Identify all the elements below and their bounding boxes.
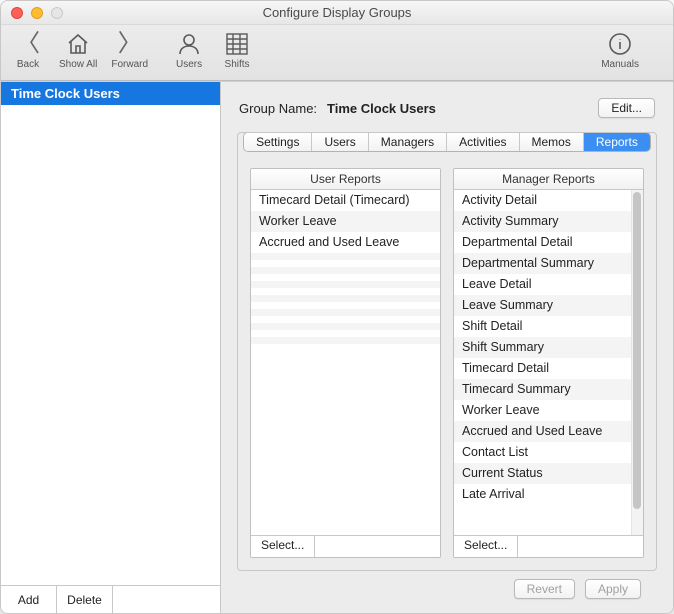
list-item bbox=[251, 302, 440, 309]
list-item[interactable]: Activity Summary bbox=[454, 211, 643, 232]
sidebar: Time Clock Users Add Delete bbox=[1, 82, 221, 613]
titlebar: Configure Display Groups bbox=[1, 1, 673, 25]
manuals-button[interactable]: Manuals bbox=[601, 29, 639, 70]
user-reports-footer: Select... bbox=[251, 535, 440, 557]
minimize-button[interactable] bbox=[31, 7, 43, 19]
tab-activities[interactable]: Activities bbox=[447, 133, 519, 151]
tab-managers[interactable]: Managers bbox=[369, 133, 447, 151]
tab-reports[interactable]: Reports bbox=[584, 133, 650, 151]
list-item bbox=[251, 260, 440, 267]
list-item bbox=[251, 309, 440, 316]
list-item[interactable]: Worker Leave bbox=[454, 400, 643, 421]
manager-reports-footer: Select... bbox=[454, 535, 643, 557]
group-pane: Group Name: Time Clock Users Edit... Set… bbox=[237, 98, 657, 613]
zoom-button[interactable] bbox=[51, 7, 63, 19]
tab-memos[interactable]: Memos bbox=[520, 133, 584, 151]
list-item[interactable]: Late Arrival bbox=[454, 484, 643, 505]
list-item[interactable]: Shift Detail bbox=[454, 316, 643, 337]
toolbar-help-group: Manuals bbox=[601, 29, 639, 70]
list-item bbox=[251, 274, 440, 281]
main: Group Name: Time Clock Users Edit... Set… bbox=[221, 82, 673, 613]
list-item bbox=[251, 281, 440, 288]
close-button[interactable] bbox=[11, 7, 23, 19]
list-item[interactable]: Leave Summary bbox=[454, 295, 643, 316]
shifts-label: Shifts bbox=[225, 59, 250, 70]
users-toolbar-button[interactable]: Users bbox=[172, 29, 206, 70]
tab-users[interactable]: Users bbox=[312, 133, 368, 151]
user-icon bbox=[176, 31, 202, 57]
reports-tab-body: User Reports Timecard Detail (Timecard)W… bbox=[238, 162, 656, 570]
chevron-right-icon: 〉 bbox=[117, 31, 143, 57]
add-button[interactable]: Add bbox=[1, 586, 57, 613]
list-item[interactable]: Worker Leave bbox=[251, 211, 440, 232]
list-item[interactable]: Shift Summary bbox=[454, 337, 643, 358]
list-item[interactable]: Accrued and Used Leave bbox=[251, 232, 440, 253]
show-all-label: Show All bbox=[59, 59, 97, 70]
show-all-button[interactable]: Show All bbox=[59, 29, 97, 70]
forward-button[interactable]: 〉 Forward bbox=[111, 29, 148, 70]
manuals-label: Manuals bbox=[601, 59, 639, 70]
tab-settings[interactable]: Settings bbox=[244, 133, 312, 151]
list-item[interactable]: Timecard Summary bbox=[454, 379, 643, 400]
list-item[interactable]: Contact List bbox=[454, 442, 643, 463]
apply-button[interactable]: Apply bbox=[585, 579, 641, 599]
chevron-left-icon: 〈 bbox=[15, 31, 41, 57]
delete-button[interactable]: Delete bbox=[57, 586, 113, 613]
back-button[interactable]: 〈 Back bbox=[11, 29, 45, 70]
list-item[interactable]: Activity Detail bbox=[454, 190, 643, 211]
user-reports-header: User Reports bbox=[251, 169, 440, 190]
list-item[interactable]: Timecard Detail bbox=[454, 358, 643, 379]
list-item[interactable]: Departmental Summary bbox=[454, 253, 643, 274]
content: Time Clock Users Add Delete Group Name: … bbox=[1, 81, 673, 613]
segment-control: SettingsUsersManagersActivitiesMemosRepo… bbox=[243, 132, 651, 152]
list-item bbox=[251, 253, 440, 260]
grid-icon bbox=[224, 31, 250, 57]
group-header: Group Name: Time Clock Users Edit... bbox=[237, 98, 657, 118]
list-item[interactable]: Current Status bbox=[454, 463, 643, 484]
user-select-button[interactable]: Select... bbox=[251, 536, 315, 557]
list-item bbox=[251, 337, 440, 344]
scrollbar[interactable] bbox=[631, 190, 643, 535]
list-item bbox=[251, 323, 440, 330]
scrollbar-thumb[interactable] bbox=[633, 192, 641, 509]
edit-button[interactable]: Edit... bbox=[598, 98, 655, 118]
sidebar-item[interactable]: Time Clock Users bbox=[1, 82, 220, 105]
manager-reports-table: Manager Reports Activity DetailActivity … bbox=[453, 168, 644, 558]
sidebar-list: Time Clock Users bbox=[1, 82, 220, 585]
toolbar-section-group: Users Shifts bbox=[172, 29, 254, 70]
group-name-label: Group Name: bbox=[239, 101, 317, 116]
users-label: Users bbox=[176, 59, 202, 70]
list-item[interactable]: Leave Detail bbox=[454, 274, 643, 295]
tabs-bar: SettingsUsersManagersActivitiesMemosRepo… bbox=[238, 132, 656, 162]
list-item bbox=[251, 288, 440, 295]
list-item bbox=[251, 267, 440, 274]
traffic-lights bbox=[11, 7, 63, 19]
list-item bbox=[251, 295, 440, 302]
manager-reports-scroll[interactable]: Activity DetailActivity SummaryDepartmen… bbox=[454, 190, 643, 535]
info-icon bbox=[607, 31, 633, 57]
bottom-bar: Revert Apply bbox=[237, 571, 657, 613]
window-title: Configure Display Groups bbox=[263, 5, 412, 20]
forward-label: Forward bbox=[111, 59, 148, 70]
toolbar: 〈 Back Show All 〉 Forward Users bbox=[1, 25, 673, 81]
user-reports-table: User Reports Timecard Detail (Timecard)W… bbox=[250, 168, 441, 558]
manager-select-button[interactable]: Select... bbox=[454, 536, 518, 557]
list-item bbox=[251, 316, 440, 323]
window: Configure Display Groups 〈 Back Show All… bbox=[0, 0, 674, 614]
home-icon bbox=[65, 31, 91, 57]
shifts-toolbar-button[interactable]: Shifts bbox=[220, 29, 254, 70]
user-reports-scroll[interactable]: Timecard Detail (Timecard)Worker LeaveAc… bbox=[251, 190, 440, 535]
list-item bbox=[251, 330, 440, 337]
list-item[interactable]: Departmental Detail bbox=[454, 232, 643, 253]
toolbar-nav-group: 〈 Back Show All 〉 Forward bbox=[11, 29, 148, 70]
sidebar-footer: Add Delete bbox=[1, 585, 220, 613]
group-name-value: Time Clock Users bbox=[327, 101, 436, 116]
tabs-panel: SettingsUsersManagersActivitiesMemosRepo… bbox=[237, 132, 657, 571]
list-item[interactable]: Timecard Detail (Timecard) bbox=[251, 190, 440, 211]
revert-button[interactable]: Revert bbox=[514, 579, 575, 599]
list-item[interactable]: Accrued and Used Leave bbox=[454, 421, 643, 442]
back-label: Back bbox=[17, 59, 39, 70]
manager-reports-header: Manager Reports bbox=[454, 169, 643, 190]
